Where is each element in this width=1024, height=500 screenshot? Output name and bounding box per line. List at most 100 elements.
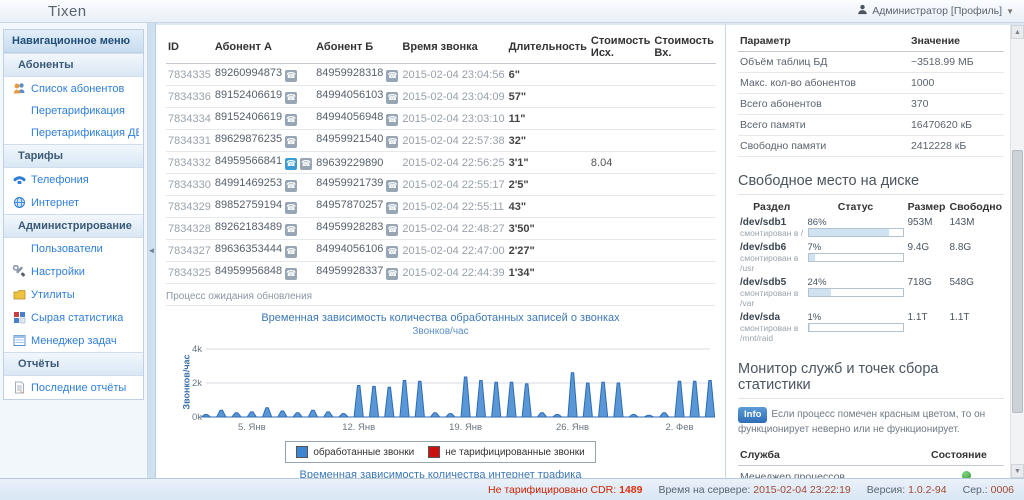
subscriber-card-icon[interactable]: ☎ <box>285 268 297 280</box>
params-column-header: Значение <box>909 31 1004 52</box>
subscriber-card-icon[interactable]: ☎ <box>386 180 398 192</box>
legend-item: не тарифицированные звонки <box>428 446 584 458</box>
call-row[interactable]: 783433689152406619☎84994056103☎2015-02-0… <box>166 86 716 108</box>
subscriber-card-icon[interactable]: ☎ <box>285 202 297 214</box>
subscriber-card-icon[interactable]: ☎ <box>285 114 297 126</box>
call-row[interactable]: 783432584959956848☎84959928337☎2015-02-0… <box>166 262 716 284</box>
call-cell <box>652 152 716 174</box>
subscriber-card-icon[interactable]: ☎ <box>285 70 297 82</box>
subscriber-card-icon-blue[interactable]: ☎ <box>285 158 297 170</box>
call-cell: 2015-02-04 23:04:09 <box>400 86 506 108</box>
calls-column-header[interactable]: Абонент А <box>213 31 314 64</box>
call-row[interactable]: 783432889262183489☎84959928283☎2015-02-0… <box>166 218 716 240</box>
sidebar-title: Навигационное меню <box>4 30 143 53</box>
calls-column-header[interactable]: Стоимость Вх. <box>652 31 716 64</box>
call-cell: 7834329 <box>166 196 213 218</box>
disk-row: /dev/sdb1смонтирован в /86%953M143M <box>738 215 1004 240</box>
call-row[interactable]: 783433284959566841☎☎896392298902015-02-0… <box>166 152 716 174</box>
call-cell <box>589 218 653 240</box>
call-cell: 84959921540☎ <box>314 130 400 152</box>
call-cell: 84957870257☎ <box>314 196 400 218</box>
disk-size: 718G <box>906 275 948 310</box>
sidebar-item-сырая-статистика[interactable]: Сырая статистика <box>4 306 143 329</box>
call-row[interactable]: 783433084991469253☎84959921739☎2015-02-0… <box>166 174 716 196</box>
services-column-header: Состояние <box>929 445 1004 466</box>
subscriber-card-icon[interactable]: ☎ <box>285 136 297 148</box>
sidebar-section-3[interactable]: Отчёты <box>4 352 143 376</box>
scrollbar-track[interactable] <box>1011 39 1024 464</box>
scroll-up-icon[interactable]: ▲ <box>1011 25 1024 39</box>
scrollbar-thumb[interactable] <box>1012 150 1023 414</box>
subscriber-card-icon[interactable]: ☎ <box>386 224 398 236</box>
call-cell: 6" <box>507 64 589 86</box>
subscriber-card-icon[interactable]: ☎ <box>285 246 297 258</box>
disk-size: 1.1T <box>906 310 948 345</box>
call-cell: 1'34" <box>507 262 589 284</box>
status-bar: Не тарифицировано CDR: 1489 Время на сер… <box>0 478 1024 500</box>
sidebar-item-label: Настройки <box>31 266 85 278</box>
app-window: Tixen Администратор [Профиль] ▼ Навигаци… <box>0 0 1024 500</box>
chart-panel-caption: Процесс ожидания обновления <box>166 284 715 306</box>
subscriber-card-icon[interactable]: ☎ <box>285 180 297 192</box>
subscriber-card-icon[interactable]: ☎ <box>386 246 398 258</box>
sidebar-item-пользователи[interactable]: Пользователи <box>4 238 143 260</box>
sidebar-item-последние-отчёты[interactable]: Последние отчёты <box>4 376 143 399</box>
subscriber-card-icon[interactable]: ☎ <box>386 136 398 148</box>
calls-column-header[interactable]: Время звонка <box>400 31 506 64</box>
subscriber-card-icon[interactable]: ☎ <box>386 268 398 280</box>
service-name: Менеджер процессов <box>738 466 929 478</box>
svg-text:19. Янв: 19. Янв <box>449 422 482 433</box>
call-row[interactable]: 783433489152406619☎84994056948☎2015-02-0… <box>166 108 716 130</box>
sidebar-item-перетарификация-дво[interactable]: Перетарификация ДВО <box>4 122 143 144</box>
profile-label: Администратор [Профиль] <box>872 5 1002 17</box>
sidebar-section-1[interactable]: Тарифы <box>4 144 143 168</box>
scroll-down-icon[interactable]: ▼ <box>1011 464 1024 478</box>
sidebar-section-0[interactable]: Абоненты <box>4 53 143 77</box>
calls-column-header[interactable]: Длительность <box>507 31 589 64</box>
call-cell <box>652 130 716 152</box>
sidebar-item-интернет[interactable]: Интернет <box>4 191 143 214</box>
sidebar-item-утилиты[interactable]: Утилиты <box>4 283 143 306</box>
call-row[interactable]: 783433589260994873☎84959928318☎2015-02-0… <box>166 64 716 86</box>
sidebar-item-label: Список абонентов <box>31 83 124 95</box>
call-cell: 2015-02-04 22:55:11 <box>400 196 506 218</box>
sidebar-item-перетарификация[interactable]: Перетарификация <box>4 100 143 122</box>
call-cell: 43" <box>507 196 589 218</box>
subscriber-card-icon[interactable]: ☎ <box>386 70 398 82</box>
disk-column-header: Статус <box>806 199 906 215</box>
sidebar-item-настройки[interactable]: Настройки <box>4 260 143 283</box>
call-cell: 84959921739☎ <box>314 174 400 196</box>
disk-percent: 24% <box>808 277 904 288</box>
subscriber-card-icon[interactable]: ☎ <box>386 92 398 104</box>
calls-column-header[interactable]: Стоимость Исх. <box>589 31 653 64</box>
param-row: Свободно памяти2412228 кБ <box>738 136 1004 157</box>
subscriber-card-icon[interactable]: ☎ <box>285 92 297 104</box>
call-cell: 7834325 <box>166 262 213 284</box>
call-row[interactable]: 783432789636353444☎84994056106☎2015-02-0… <box>166 240 716 262</box>
sidebar-section-2[interactable]: Администрирование <box>4 214 143 238</box>
profile-menu[interactable]: Администратор [Профиль] ▼ <box>857 4 1014 18</box>
disk-percent: 1% <box>808 312 904 323</box>
right-panel-scrollbar[interactable]: ▲ ▼ <box>1010 25 1024 478</box>
disk-column-header: Размер <box>906 199 948 215</box>
sidebar-item-список-абонентов[interactable]: Список абонентов <box>4 77 143 100</box>
call-row[interactable]: 783432989852759194☎84957870257☎2015-02-0… <box>166 196 716 218</box>
calls-column-header[interactable]: Абонент Б <box>314 31 400 64</box>
subscriber-card-icon[interactable]: ☎ <box>386 114 398 126</box>
subscriber-card-icon[interactable]: ☎ <box>386 202 398 214</box>
call-cell: 84994056106☎ <box>314 240 400 262</box>
call-row[interactable]: 783433189629876235☎84959921540☎2015-02-0… <box>166 130 716 152</box>
subscriber-card-icon[interactable]: ☎ <box>300 158 312 170</box>
chart-legend: обработанные звонкине тарифицированные з… <box>166 441 715 463</box>
param-row: Объём таблиц БД~3518.99 МБ <box>738 52 1004 73</box>
sidebar-item-телефония[interactable]: Телефония <box>4 168 143 191</box>
sidebar-item-label: Интернет <box>31 197 79 209</box>
subscriber-card-icon[interactable]: ☎ <box>285 224 297 236</box>
disk-row: /dev/sdb6смонтирован в /usr7%9.4G8.8G <box>738 240 1004 275</box>
sidebar-splitter[interactable]: ◄ <box>148 23 156 478</box>
collapse-arrow-icon[interactable]: ◄ <box>148 246 156 255</box>
call-cell: 89262183489☎ <box>213 218 314 240</box>
sidebar-item-менеджер-задач[interactable]: Менеджер задач <box>4 329 143 352</box>
calls-column-header[interactable]: ID <box>166 31 213 64</box>
legend-label: не тарифицированные звонки <box>445 447 584 458</box>
